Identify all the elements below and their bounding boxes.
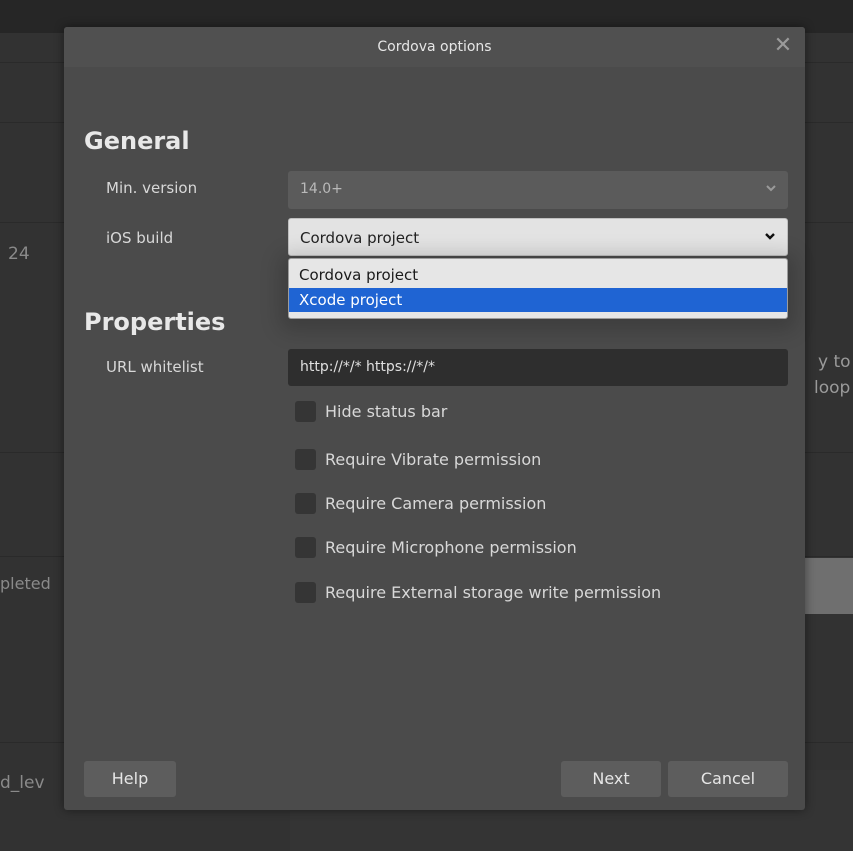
background-cell-text: pleted xyxy=(0,574,51,593)
checkbox-box[interactable] xyxy=(295,493,316,514)
checkbox-box[interactable] xyxy=(295,401,316,422)
background-cell-text: loop xyxy=(814,378,851,398)
ios-build-label: iOS build xyxy=(106,229,174,247)
dropdown-option-cordova-project[interactable]: Cordova project xyxy=(289,263,787,287)
background-cell-text: d_lev xyxy=(0,773,45,793)
properties-heading: Properties xyxy=(84,308,226,336)
background-cell-text: y to xyxy=(818,352,851,372)
chevron-down-icon xyxy=(765,233,775,240)
min-version-label: Min. version xyxy=(106,179,198,197)
checkbox-box[interactable] xyxy=(295,582,316,603)
checkbox-label: Require Vibrate permission xyxy=(325,450,542,469)
dialog-title: Cordova options xyxy=(377,39,492,55)
min-version-select[interactable]: 14.0+ xyxy=(288,171,788,209)
url-whitelist-label: URL whitelist xyxy=(106,358,204,376)
background-highlight-bar xyxy=(800,558,853,614)
dropdown-option-xcode-project[interactable]: Xcode project xyxy=(289,288,787,312)
background-cell-text: 24 xyxy=(8,244,30,264)
cancel-button[interactable]: Cancel xyxy=(668,761,788,797)
url-whitelist-input[interactable]: http://*/* https://*/* xyxy=(288,349,788,386)
min-version-value: 14.0+ xyxy=(300,181,343,197)
next-button[interactable]: Next xyxy=(561,761,661,797)
checkbox-label: Require External storage write permissio… xyxy=(325,583,662,602)
chevron-down-icon xyxy=(766,185,776,192)
option-label: Xcode project xyxy=(299,291,403,309)
option-label: Cordova project xyxy=(299,266,419,284)
cordova-options-dialog: Cordova options ✕ General Min. version 1… xyxy=(64,27,805,810)
ios-build-select[interactable]: Cordova project xyxy=(288,218,788,256)
checkbox-box[interactable] xyxy=(295,537,316,558)
checkbox-label: Hide status bar xyxy=(325,402,448,421)
ios-build-dropdown-list: Cordova project Xcode project xyxy=(288,258,788,319)
general-heading: General xyxy=(84,127,190,155)
help-button[interactable]: Help xyxy=(84,761,176,797)
ios-build-value: Cordova project xyxy=(300,229,420,247)
checkbox-label: Require Camera permission xyxy=(325,494,547,513)
checkbox-label: Require Microphone permission xyxy=(325,538,577,557)
checkbox-box[interactable] xyxy=(295,449,316,470)
close-icon[interactable]: ✕ xyxy=(771,34,795,58)
